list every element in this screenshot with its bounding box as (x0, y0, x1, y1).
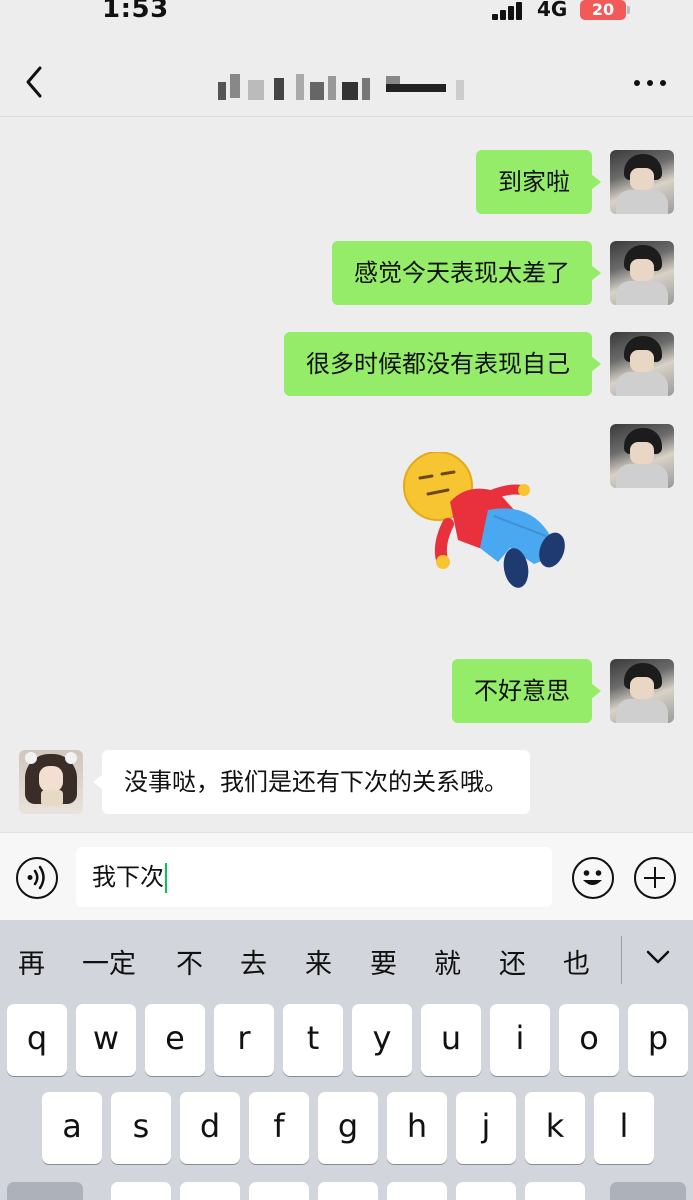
message-bubble[interactable]: 感觉今天表现太差了 (332, 241, 601, 305)
key-u[interactable]: u (421, 1004, 481, 1076)
status-time: 1:53 (102, 0, 169, 24)
candidate-divider (621, 936, 622, 984)
chevron-down-icon (646, 950, 670, 964)
key-p[interactable]: p (628, 1004, 688, 1076)
candidate-word[interactable]: 还 (499, 942, 526, 981)
shift-key[interactable] (7, 1182, 83, 1200)
key-r[interactable]: r (214, 1004, 274, 1076)
message-text: 不好意思 (474, 677, 570, 705)
message-bubble[interactable]: 没事哒，我们是还有下次的关系哦。 (93, 750, 530, 814)
message-bubble[interactable]: 很多时候都没有表现自己 (284, 332, 601, 396)
my-avatar[interactable] (610, 659, 674, 723)
message-text: 很多时候都没有表现自己 (306, 350, 570, 378)
key-row3-partial[interactable] (111, 1182, 171, 1200)
chat-header (0, 30, 693, 116)
candidate-word[interactable]: 要 (370, 942, 397, 981)
candidate-word[interactable]: 也 (563, 942, 590, 981)
key-row3-partial[interactable] (318, 1182, 378, 1200)
key-t[interactable]: t (283, 1004, 343, 1076)
my-avatar[interactable] (610, 332, 674, 396)
input-bar: 我下次 (0, 832, 693, 920)
key-d[interactable]: d (180, 1092, 240, 1164)
header-divider (0, 116, 693, 117)
message-input[interactable]: 我下次 (76, 847, 552, 907)
key-h[interactable]: h (387, 1092, 447, 1164)
more-dots-icon (634, 80, 640, 86)
network-type: 4G (537, 0, 568, 21)
candidate-word[interactable]: 不 (176, 942, 203, 981)
my-avatar[interactable] (610, 241, 674, 305)
message-input-value: 我下次 (92, 863, 164, 891)
key-row3-partial[interactable] (180, 1182, 240, 1200)
back-button[interactable] (20, 64, 50, 100)
message-text: 到家啦 (498, 168, 570, 196)
message-bubble[interactable]: 到家啦 (476, 150, 601, 214)
keyboard: 再 一定 不 去 来 要 就 还 也 q w e r t y u i o p a… (0, 920, 693, 1200)
candidate-word[interactable]: 就 (434, 942, 461, 981)
key-o[interactable]: o (559, 1004, 619, 1076)
key-k[interactable]: k (525, 1092, 585, 1164)
key-i[interactable]: i (490, 1004, 550, 1076)
voice-button[interactable] (16, 857, 58, 899)
chat-title-obscured (218, 72, 478, 102)
emoji-icon (583, 870, 602, 885)
candidate-word[interactable]: 再 (18, 942, 45, 981)
contact-avatar[interactable] (19, 750, 83, 814)
key-row3-partial[interactable] (387, 1182, 447, 1200)
key-e[interactable]: e (145, 1004, 205, 1076)
candidate-word[interactable]: 去 (240, 942, 267, 981)
message-text: 感觉今天表现太差了 (354, 259, 570, 287)
key-s[interactable]: s (111, 1092, 171, 1164)
key-row3-partial[interactable] (456, 1182, 516, 1200)
key-y[interactable]: y (352, 1004, 412, 1076)
candidate-bar: 再 一定 不 去 来 要 就 还 也 (0, 920, 693, 996)
chevron-left-icon (26, 66, 42, 98)
key-g[interactable]: g (318, 1092, 378, 1164)
key-a[interactable]: a (42, 1092, 102, 1164)
candidate-word[interactable]: 一定 (82, 942, 136, 981)
key-row3-partial[interactable] (525, 1182, 585, 1200)
my-avatar[interactable] (610, 424, 674, 488)
message-bubble[interactable]: 不好意思 (452, 659, 601, 723)
more-options-button[interactable] (632, 70, 668, 94)
backspace-key[interactable] (610, 1182, 686, 1200)
message-text: 没事哒，我们是还有下次的关系哦。 (124, 768, 508, 796)
text-caret (165, 863, 167, 893)
voice-icon (27, 865, 45, 890)
battery-level: 20 (591, 0, 615, 19)
lying-down-emoji-sticker[interactable] (398, 451, 570, 592)
key-l[interactable]: l (594, 1092, 654, 1164)
battery-icon: 20 (580, 0, 630, 20)
candidate-word[interactable]: 来 (305, 942, 332, 981)
my-avatar[interactable] (610, 150, 674, 214)
emoji-button[interactable] (572, 857, 614, 899)
key-w[interactable]: w (76, 1004, 136, 1076)
status-bar: 1:53 4G 20 (0, 0, 693, 30)
key-j[interactable]: j (456, 1092, 516, 1164)
expand-candidates-button[interactable] (640, 944, 676, 972)
plus-button[interactable] (634, 857, 676, 899)
key-q[interactable]: q (7, 1004, 67, 1076)
signal-icon (492, 2, 524, 20)
key-f[interactable]: f (249, 1092, 309, 1164)
key-row3-partial[interactable] (249, 1182, 309, 1200)
